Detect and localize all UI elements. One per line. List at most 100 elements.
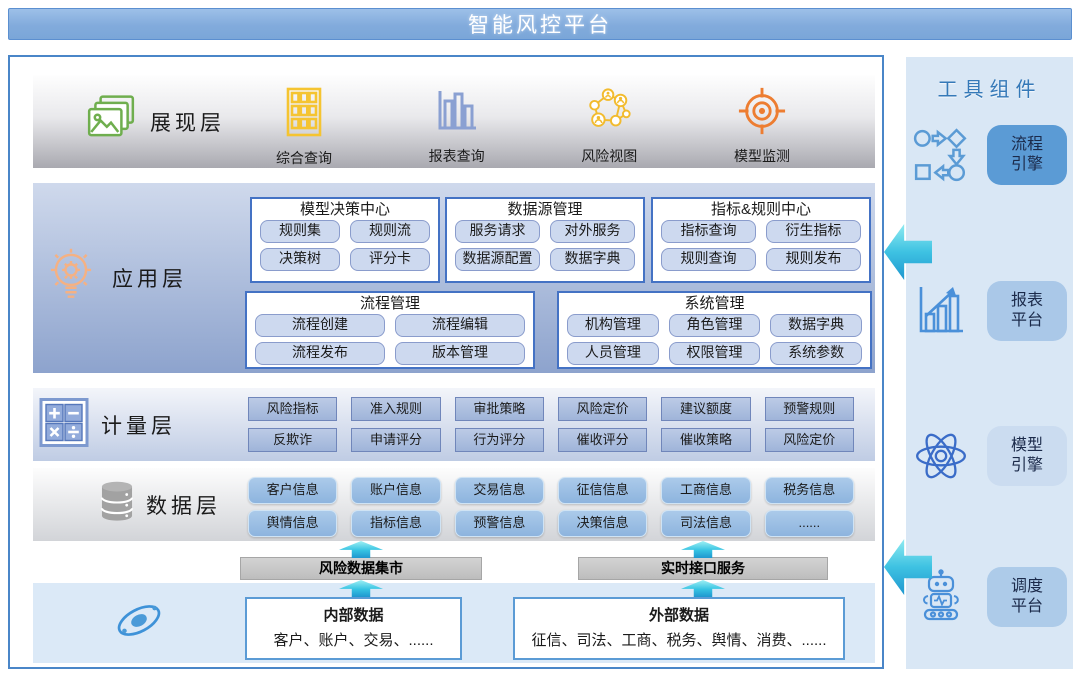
internal-data-desc: 客户、账户、交易、...... <box>247 629 460 650</box>
group-title: 模型决策中心 <box>252 199 438 220</box>
data-chip: 指标信息 <box>351 510 440 537</box>
data-chip: 决策信息 <box>558 510 647 537</box>
tool-row-report-platform: 报表平台 <box>910 279 1067 343</box>
measure-chip: 建议额度 <box>661 397 750 421</box>
group-item: 系统参数 <box>770 342 862 365</box>
group-item: 规则发布 <box>766 248 861 271</box>
network-icon <box>583 123 635 140</box>
tool-row-schedule-platform: 调度平台 <box>910 565 1067 629</box>
data-row-2: 舆情信息 指标信息 预警信息 决策信息 司法信息 ...... <box>248 510 854 537</box>
group-item: 评分卡 <box>350 248 430 271</box>
presentation-item-label: 综合查询 <box>238 148 370 168</box>
measure-chip: 申请评分 <box>351 428 440 452</box>
measure-chip: 催收策略 <box>661 428 750 452</box>
measure-chip: 催收评分 <box>558 428 647 452</box>
up-arrow <box>339 541 383 558</box>
data-layer-label: 数据层 <box>146 490 221 520</box>
internal-data-title: 内部数据 <box>247 604 460 625</box>
group-item: 流程发布 <box>255 342 385 365</box>
measurement-row-2: 反欺诈 申请评分 行为评分 催收评分 催收策略 风险定价 <box>248 428 854 452</box>
risk-data-mart-bar: 风险数据集市 <box>240 557 482 580</box>
group-item: 流程创建 <box>255 314 385 337</box>
platform-title-bar: 智能风控平台 <box>8 8 1072 40</box>
model-engine-button: 模型引擎 <box>987 426 1067 486</box>
report-platform-label: 报表平台 <box>1009 291 1045 331</box>
main-panel: 展现层 综合查询 <box>8 55 884 669</box>
risk-platform-architecture-diagram: 智能风控平台 展现层 <box>0 0 1080 682</box>
database-icon <box>94 478 140 531</box>
external-data-title: 外部数据 <box>515 604 843 625</box>
measure-chip: 预警规则 <box>765 397 854 421</box>
group-item: 数据字典 <box>770 314 862 337</box>
group-system-management: 系统管理 机构管理 角色管理 数据字典 人员管理 权限管理 系统参数 <box>557 291 872 369</box>
calculator-icon <box>38 396 90 453</box>
group-item: 角色管理 <box>669 314 761 337</box>
group-item: 数据源配置 <box>455 248 540 271</box>
group-model-decision-center: 模型决策中心 规则集 规则流 决策树 评分卡 <box>250 197 440 283</box>
process-engine-button: 流程引擎 <box>987 125 1067 185</box>
model-engine-label: 模型引擎 <box>1009 436 1045 476</box>
measure-chip: 准入规则 <box>351 397 440 421</box>
group-title: 系统管理 <box>559 293 870 314</box>
group-item: 规则流 <box>350 220 430 243</box>
report-platform-button: 报表平台 <box>987 281 1067 341</box>
presentation-layer-band: 展现层 综合查询 <box>33 75 875 168</box>
data-chip: 交易信息 <box>455 477 544 504</box>
measure-chip: 风险定价 <box>765 428 854 452</box>
up-arrow <box>681 541 725 558</box>
group-indicator-rule-center: 指标&规则中心 指标查询 衍生指标 规则查询 规则发布 <box>651 197 871 283</box>
presentation-item-label: 风险视图 <box>543 146 675 166</box>
data-row-1: 客户信息 账户信息 交易信息 征信信息 工商信息 税务信息 <box>248 477 854 504</box>
group-item: 服务请求 <box>455 220 540 243</box>
process-engine-label: 流程引擎 <box>1009 135 1045 175</box>
data-layer-band: 数据层 客户信息 账户信息 交易信息 征信信息 工商信息 税务信息 舆情信息 指… <box>33 468 875 541</box>
group-item: 衍生指标 <box>766 220 861 243</box>
schedule-platform-label: 调度平台 <box>1009 577 1045 617</box>
measure-chip: 风险指标 <box>248 397 337 421</box>
application-layer-band: 应用层 模型决策中心 规则集 规则流 决策树 评分卡 数据源管理 服务请求 对外… <box>33 183 875 373</box>
bar-chart-icon <box>432 123 482 140</box>
tools-panel-title: 工具组件 <box>906 73 1073 102</box>
group-title: 数据源管理 <box>447 199 643 220</box>
external-data-desc: 征信、司法、工商、税务、舆情、消费、...... <box>515 629 843 650</box>
internal-data-box: 内部数据 客户、账户、交易、...... <box>245 597 462 660</box>
group-item: 数据字典 <box>550 248 635 271</box>
presentation-item-label: 报表查询 <box>391 146 523 166</box>
group-item: 规则集 <box>260 220 340 243</box>
measure-chip: 反欺诈 <box>248 428 337 452</box>
presentation-item: 模型监测 <box>696 86 828 168</box>
measurement-layer-label: 计量层 <box>101 410 176 440</box>
tool-row-process-engine: 流程引擎 <box>910 123 1067 187</box>
data-chip: 账户信息 <box>351 477 440 504</box>
group-item: 决策树 <box>260 248 340 271</box>
data-chip: 预警信息 <box>455 510 544 537</box>
group-item: 指标查询 <box>661 220 756 243</box>
group-datasource-management: 数据源管理 服务请求 对外服务 数据源配置 数据字典 <box>445 197 645 283</box>
measurement-row-1: 风险指标 准入规则 审批策略 风险定价 建议额度 预警规则 <box>248 397 854 421</box>
presentation-item: 综合查询 <box>238 86 370 168</box>
data-chip: 舆情信息 <box>248 510 337 537</box>
external-data-box: 外部数据 征信、司法、工商、税务、舆情、消费、...... <box>513 597 845 660</box>
application-layer-label: 应用层 <box>112 263 187 293</box>
group-item: 机构管理 <box>567 314 659 337</box>
group-title: 流程管理 <box>247 293 533 314</box>
group-item: 人员管理 <box>567 342 659 365</box>
atom-icon <box>910 427 972 485</box>
photos-icon <box>85 93 137 150</box>
target-icon <box>737 123 787 140</box>
data-chip: 征信信息 <box>558 477 647 504</box>
measurement-layer-band: 计量层 风险指标 准入规则 审批策略 风险定价 建议额度 预警规则 反欺诈 申请… <box>33 388 875 461</box>
presentation-item: 风险视图 <box>543 86 675 168</box>
group-item: 权限管理 <box>669 342 761 365</box>
report-chart-icon <box>910 283 972 339</box>
presentation-item-label: 模型监测 <box>696 146 828 166</box>
data-chip: 客户信息 <box>248 477 337 504</box>
tool-row-model-engine: 模型引擎 <box>910 424 1067 488</box>
measure-chip: 风险定价 <box>558 397 647 421</box>
measure-chip: 行为评分 <box>455 428 544 452</box>
presentation-item: 报表查询 <box>391 86 523 168</box>
group-title: 指标&规则中心 <box>653 199 869 220</box>
presentation-items: 综合查询 报表查询 <box>238 86 828 168</box>
realtime-interface-bar: 实时接口服务 <box>578 557 828 580</box>
presentation-layer-label: 展现层 <box>150 107 225 137</box>
